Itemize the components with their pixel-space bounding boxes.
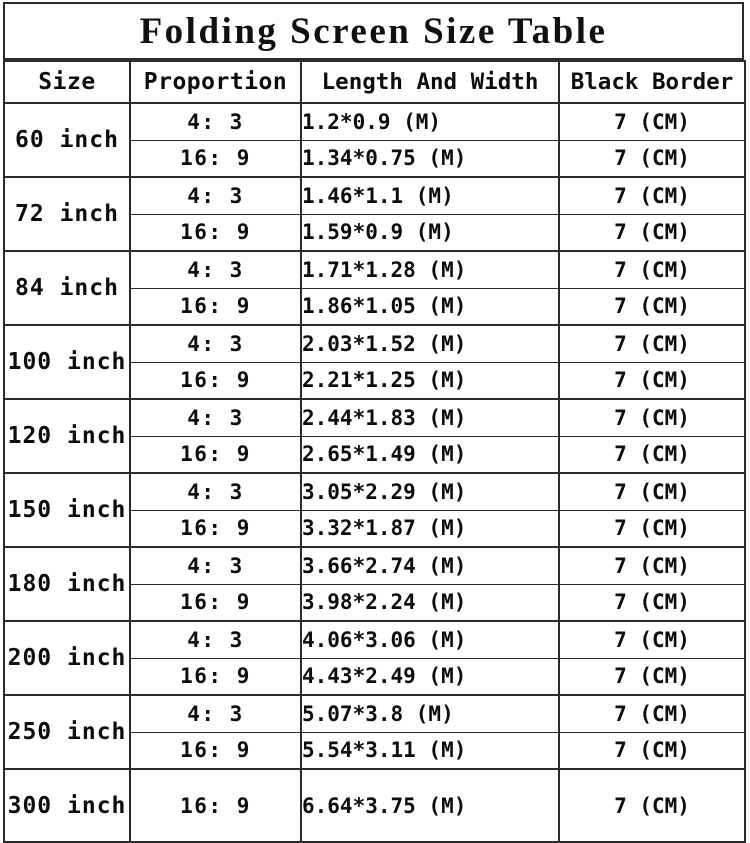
column-header-proportion: Proportion: [129, 60, 302, 104]
table-row: 72 inch 4: 3 1.46*1.1 (M) 7 (CM): [3, 176, 746, 252]
cell-length-and-width: 1.71*1.28 (M): [300, 250, 560, 289]
cell-proportion: 4: 3: [129, 176, 302, 215]
cell-length-and-width: 6.64*3.75 (M): [300, 768, 560, 843]
cell-black-border: 7 (CM): [558, 731, 746, 770]
cell-size: 200 inch: [3, 620, 131, 696]
cell-black-border: 7 (CM): [558, 250, 746, 289]
cell-black-border: 7 (CM): [558, 620, 746, 659]
cell-black-border: 7 (CM): [558, 657, 746, 696]
cell-size: 60 inch: [3, 102, 131, 178]
cell-black-border: 7 (CM): [558, 176, 746, 215]
cell-length-and-width: 3.05*2.29 (M): [300, 472, 560, 511]
cell-proportion: 4: 3: [129, 250, 302, 289]
cell-size: 250 inch: [3, 694, 131, 770]
cell-black-border: 7 (CM): [558, 583, 746, 622]
cell-length-and-width: 1.2*0.9 (M): [300, 102, 560, 141]
cell-proportion: 16: 9: [129, 657, 302, 696]
table-row: 84 inch 4: 3 1.71*1.28 (M) 7 (CM): [3, 250, 746, 326]
cell-proportion: 4: 3: [129, 546, 302, 585]
cell-length-and-width: 4.06*3.06 (M): [300, 620, 560, 659]
cell-size: 100 inch: [3, 324, 131, 400]
table-row: 120 inch 4: 3 2.44*1.83 (M) 7 (CM): [3, 398, 746, 474]
cell-length-and-width: 1.46*1.1 (M): [300, 176, 560, 215]
cell-proportion: 16: 9: [129, 583, 302, 622]
column-header-size: Size: [3, 60, 131, 104]
cell-length-and-width: 2.44*1.83 (M): [300, 398, 560, 437]
table-row: 100 inch 4: 3 2.03*1.52 (M) 7 (CM): [3, 324, 746, 400]
cell-proportion: 4: 3: [129, 324, 302, 363]
table-row: 60 inch 4: 3 1.2*0.9 (M) 7 (CM): [3, 102, 746, 178]
cell-black-border: 7 (CM): [558, 361, 746, 400]
cell-black-border: 7 (CM): [558, 139, 746, 178]
cell-size: 84 inch: [3, 250, 131, 326]
cell-proportion: 16: 9: [129, 287, 302, 326]
cell-proportion: 16: 9: [129, 509, 302, 548]
cell-proportion: 16: 9: [129, 731, 302, 770]
cell-length-and-width: 2.21*1.25 (M): [300, 361, 560, 400]
cell-size: 150 inch: [3, 472, 131, 548]
size-table-container: Size Proportion Length And Width Black B…: [3, 60, 746, 843]
page-title: Folding Screen Size Table: [139, 10, 608, 52]
cell-black-border: 7 (CM): [558, 472, 746, 511]
cell-size: 180 inch: [3, 546, 131, 622]
cell-black-border: 7 (CM): [558, 546, 746, 585]
cell-length-and-width: 2.03*1.52 (M): [300, 324, 560, 363]
cell-length-and-width: 1.59*0.9 (M): [300, 213, 560, 252]
cell-black-border: 7 (CM): [558, 102, 746, 141]
table-title-band: Folding Screen Size Table: [3, 2, 744, 60]
cell-proportion: 4: 3: [129, 398, 302, 437]
cell-length-and-width: 2.65*1.49 (M): [300, 435, 560, 474]
cell-black-border: 7 (CM): [558, 398, 746, 437]
cell-size: 72 inch: [3, 176, 131, 252]
cell-length-and-width: 4.43*2.49 (M): [300, 657, 560, 696]
cell-size: 300 inch: [3, 768, 131, 843]
cell-length-and-width: 5.54*3.11 (M): [300, 731, 560, 770]
table-row: 180 inch 4: 3 3.66*2.74 (M) 7 (CM): [3, 546, 746, 622]
table-header: Size Proportion Length And Width Black B…: [3, 60, 746, 104]
cell-black-border: 7 (CM): [558, 324, 746, 363]
table-body: 60 inch 4: 3 1.2*0.9 (M) 7 (CM) 16: 9 1.34*0.…: [3, 102, 746, 843]
cell-length-and-width: 5.07*3.8 (M): [300, 694, 560, 733]
cell-size: 120 inch: [3, 398, 131, 474]
cell-proportion: 16: 9: [129, 139, 302, 178]
cell-length-and-width: 3.98*2.24 (M): [300, 583, 560, 622]
cell-proportion: 16: 9: [129, 361, 302, 400]
column-header-length-and-width: Length And Width: [300, 60, 560, 104]
table-row: 150 inch 4: 3 3.05*2.29 (M) 7 (CM): [3, 472, 746, 548]
cell-proportion: 4: 3: [129, 102, 302, 141]
cell-black-border: 7 (CM): [558, 435, 746, 474]
table-header-row: Size Proportion Length And Width Black B…: [3, 60, 746, 104]
size-table: Size Proportion Length And Width Black B…: [3, 60, 746, 843]
cell-length-and-width: 1.86*1.05 (M): [300, 287, 560, 326]
table-row: 200 inch 4: 3 4.06*3.06 (M) 7 (CM): [3, 620, 746, 696]
table-row: 250 inch 4: 3 5.07*3.8 (M) 7 (CM): [3, 694, 746, 770]
cell-black-border: 7 (CM): [558, 509, 746, 548]
cell-black-border: 7 (CM): [558, 213, 746, 252]
cell-proportion: 4: 3: [129, 472, 302, 511]
cell-proportion: 16: 9: [129, 435, 302, 474]
cell-proportion: 16: 9: [129, 768, 302, 843]
table-row: 300 inch 16: 9 6.64*3.75 (M) 7 (CM): [3, 768, 746, 843]
folding-screen-size-table-page: Folding Screen Size Table Size Proportio…: [0, 0, 750, 843]
cell-proportion: 16: 9: [129, 213, 302, 252]
cell-length-and-width: 3.32*1.87 (M): [300, 509, 560, 548]
column-header-black-border: Black Border: [558, 60, 746, 104]
cell-length-and-width: 1.34*0.75 (M): [300, 139, 560, 178]
cell-proportion: 4: 3: [129, 620, 302, 659]
cell-length-and-width: 3.66*2.74 (M): [300, 546, 560, 585]
cell-black-border: 7 (CM): [558, 768, 746, 843]
cell-proportion: 4: 3: [129, 694, 302, 733]
cell-black-border: 7 (CM): [558, 694, 746, 733]
cell-black-border: 7 (CM): [558, 287, 746, 326]
